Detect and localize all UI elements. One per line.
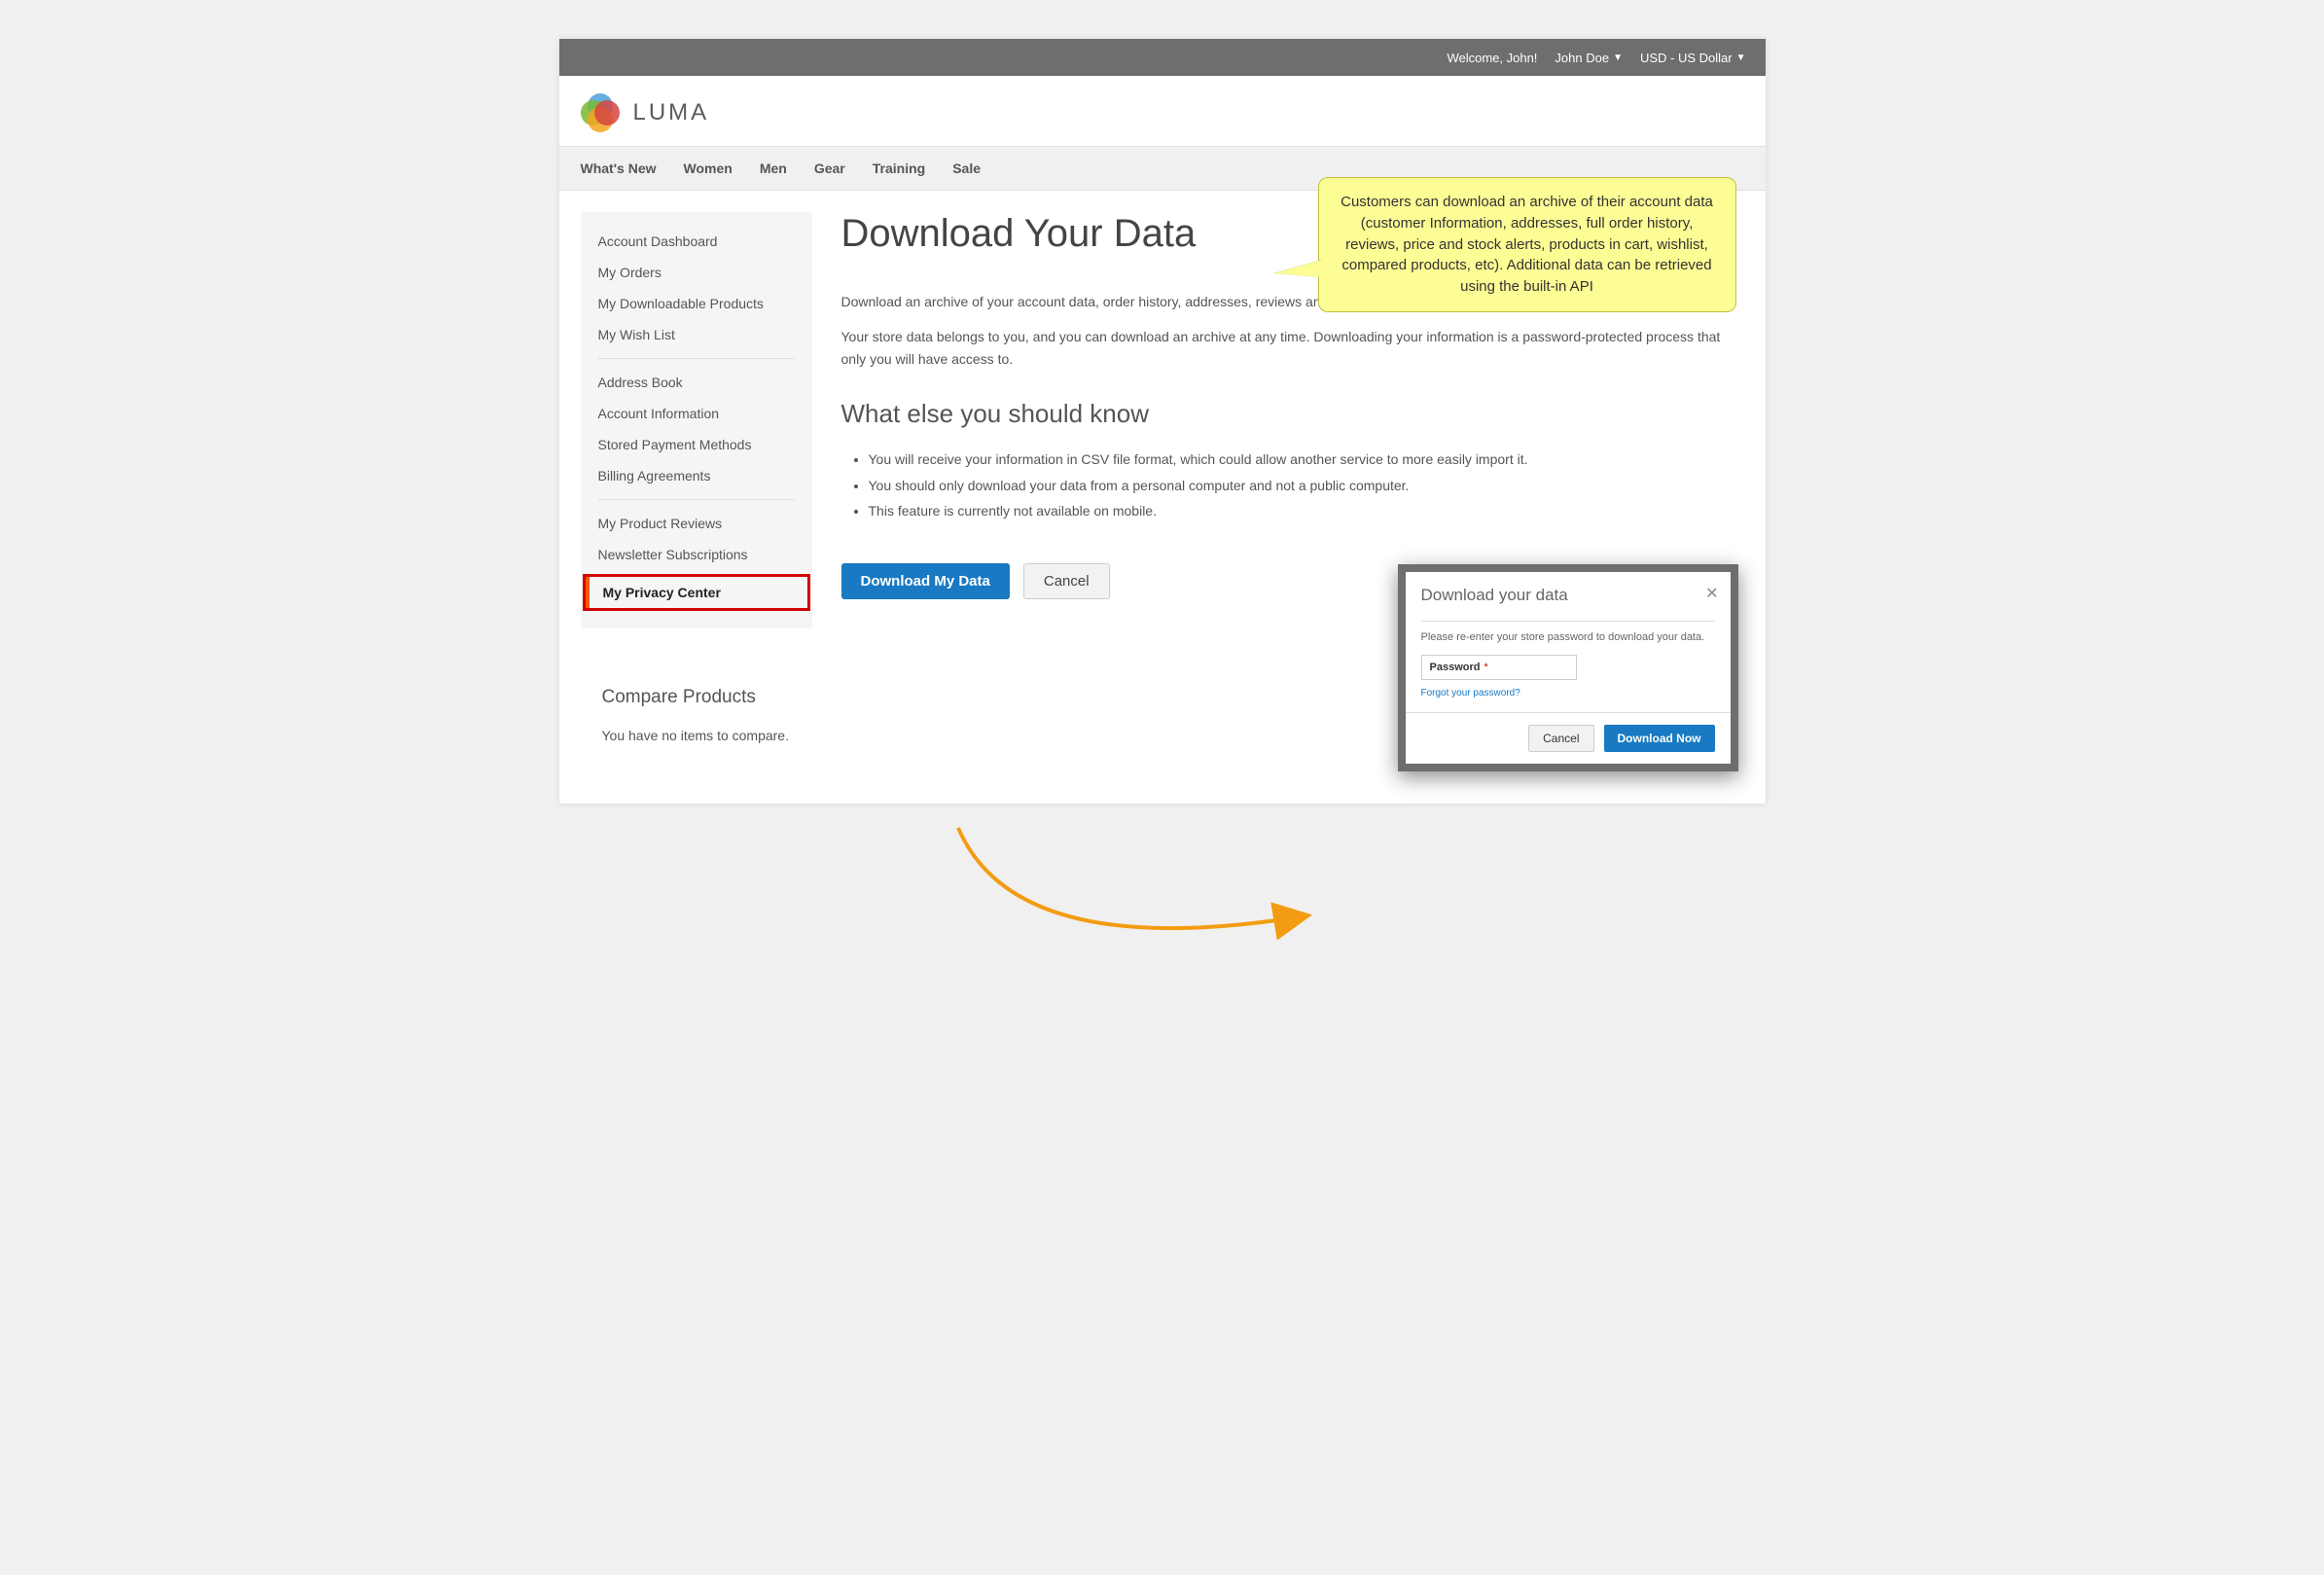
sidebar-link-payment[interactable]: Stored Payment Methods — [581, 429, 812, 460]
nav-whats-new[interactable]: What's New — [581, 147, 657, 190]
sidebar-link-newsletter[interactable]: Newsletter Subscriptions — [581, 539, 812, 570]
forgot-password-link[interactable]: Forgot your password? — [1421, 688, 1715, 698]
modal-cancel-button[interactable]: Cancel — [1528, 725, 1593, 752]
modal-screenshot: Download your data ✕ Please re-enter you… — [1398, 564, 1738, 771]
intro-text-2: Your store data belongs to you, and you … — [841, 326, 1736, 370]
password-input[interactable]: Password * — [1421, 655, 1577, 680]
modal-download-now-button[interactable]: Download Now — [1604, 725, 1715, 752]
nav-men[interactable]: Men — [760, 147, 787, 190]
luma-logo-icon[interactable] — [581, 93, 620, 132]
page-container: Welcome, John! John Doe ▼ USD - US Dolla… — [559, 39, 1766, 804]
sidebar-link-billing[interactable]: Billing Agreements — [581, 460, 812, 491]
callout-tail-icon — [1274, 260, 1323, 277]
modal-hint-text: Please re-enter your store password to d… — [1421, 631, 1715, 643]
brand-name: LUMA — [633, 99, 710, 126]
know-item: You should only download your data from … — [869, 473, 1736, 499]
annotation-callout: Customers can download an archive of the… — [1318, 177, 1736, 312]
nav-women[interactable]: Women — [684, 147, 733, 190]
know-list: You will receive your information in CSV… — [841, 447, 1736, 524]
sidebar-link-wishlist[interactable]: My Wish List — [581, 319, 812, 350]
topbar: Welcome, John! John Doe ▼ USD - US Dolla… — [559, 39, 1766, 76]
header: LUMA — [559, 76, 1766, 146]
annotation-highlight-box: My Privacy Center — [583, 574, 810, 611]
sidebar-separator — [598, 499, 795, 500]
sidebar-link-orders[interactable]: My Orders — [581, 257, 812, 288]
account-sidebar: Account Dashboard My Orders My Downloada… — [559, 191, 812, 765]
compare-heading: Compare Products — [602, 687, 791, 708]
compare-empty-text: You have no items to compare. — [602, 728, 791, 743]
annotation-arrow-icon — [900, 808, 1328, 964]
sidebar-link-account-info[interactable]: Account Information — [581, 398, 812, 429]
user-menu[interactable]: John Doe ▼ — [1555, 51, 1623, 65]
compare-products-block: Compare Products You have no items to co… — [581, 687, 812, 743]
nav-training[interactable]: Training — [873, 147, 925, 190]
modal-dialog: Download your data ✕ Please re-enter you… — [1406, 572, 1731, 764]
chevron-down-icon: ▼ — [1736, 53, 1746, 63]
sidebar-link-reviews[interactable]: My Product Reviews — [581, 508, 812, 539]
cancel-button[interactable]: Cancel — [1023, 563, 1110, 599]
currency-label: USD - US Dollar — [1640, 51, 1733, 65]
close-icon[interactable]: ✕ — [1705, 584, 1718, 603]
chevron-down-icon: ▼ — [1613, 53, 1623, 63]
sidebar-separator — [598, 358, 795, 359]
sidebar-link-privacy-center[interactable]: My Privacy Center — [586, 577, 807, 608]
sidebar-link-dashboard[interactable]: Account Dashboard — [581, 226, 812, 257]
user-name-label: John Doe — [1555, 51, 1609, 65]
nav-gear[interactable]: Gear — [814, 147, 845, 190]
modal-title: Download your data — [1421, 586, 1568, 604]
know-heading: What else you should know — [841, 399, 1736, 429]
sidebar-link-downloadable[interactable]: My Downloadable Products — [581, 288, 812, 319]
callout-text: Customers can download an archive of the… — [1341, 194, 1713, 295]
sidebar-block: Account Dashboard My Orders My Downloada… — [581, 212, 812, 628]
required-star-icon: * — [1484, 662, 1487, 673]
currency-menu[interactable]: USD - US Dollar ▼ — [1640, 51, 1746, 65]
know-item: This feature is currently not available … — [869, 498, 1736, 524]
download-my-data-button[interactable]: Download My Data — [841, 563, 1010, 599]
nav-sale[interactable]: Sale — [952, 147, 981, 190]
sidebar-link-address[interactable]: Address Book — [581, 367, 812, 398]
welcome-text: Welcome, John! — [1447, 51, 1537, 65]
password-label: Password — [1430, 662, 1481, 673]
know-item: You will receive your information in CSV… — [869, 447, 1736, 473]
